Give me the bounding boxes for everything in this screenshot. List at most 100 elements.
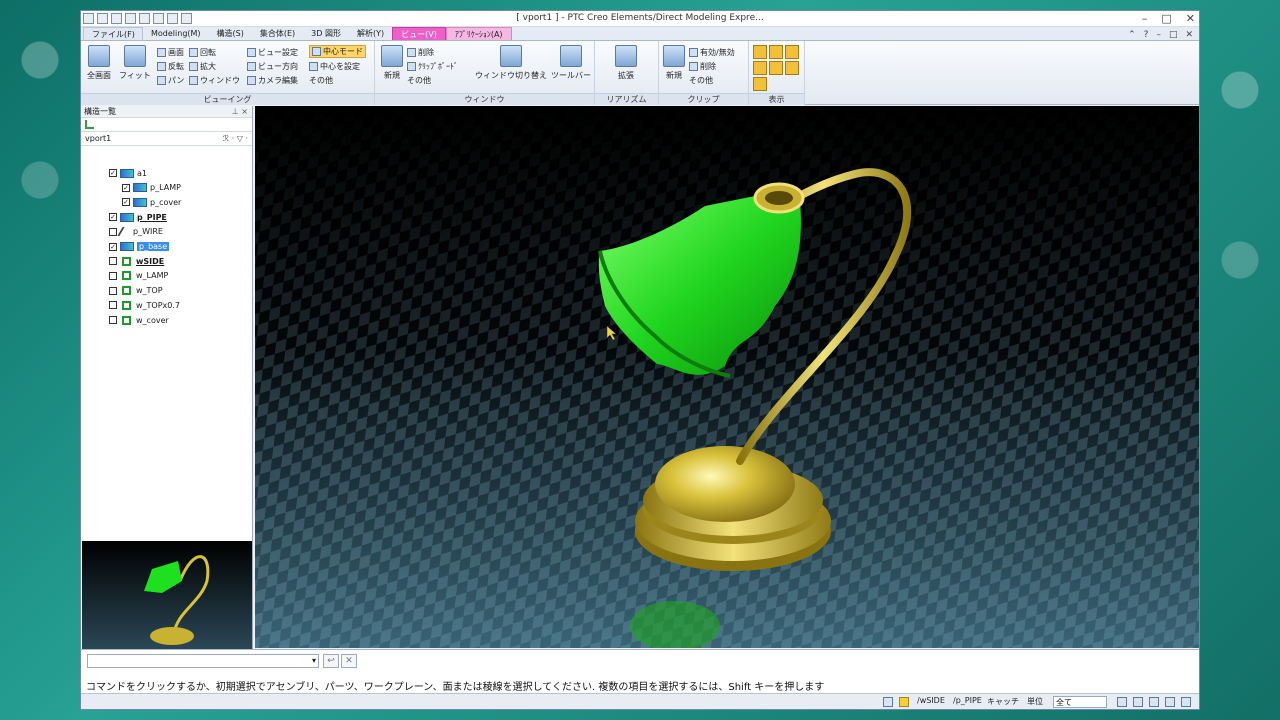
tab-application[interactable]: ｱﾌﾟﾘｹｰｼｮﾝ(A) xyxy=(445,27,512,40)
tab-3d-shape[interactable]: 3D 図形 xyxy=(303,27,349,40)
hidden-line-icon[interactable] xyxy=(785,45,799,59)
group-label-clip: クリップ xyxy=(659,93,748,105)
wireframe-icon[interactable] xyxy=(753,61,767,75)
fullscreen-button[interactable]: 全画面 xyxy=(87,45,111,81)
visibility-checkbox[interactable] xyxy=(109,227,117,236)
current-workplane[interactable]: /wSIDE xyxy=(917,696,945,705)
help-icon[interactable]: ? xyxy=(1144,30,1149,40)
tree-item[interactable]: w_TOP xyxy=(109,284,163,298)
feature-icon[interactable] xyxy=(753,77,767,91)
view-icon-3[interactable] xyxy=(1149,697,1159,707)
shaded-edges-icon[interactable] xyxy=(769,45,783,59)
clip-enable-button[interactable]: 有効/無効 xyxy=(689,47,735,58)
visibility-checkbox[interactable]: ✓ xyxy=(109,169,117,177)
part-icon xyxy=(120,242,134,251)
window-switch-button[interactable]: ウィンドウ切り替え xyxy=(475,45,547,81)
workplane-icon xyxy=(122,256,131,266)
view-icon-5[interactable] xyxy=(1181,697,1191,707)
cancel-command-button[interactable]: ✕ xyxy=(341,654,357,668)
tab-file[interactable]: ファイル(F) xyxy=(83,27,143,40)
tab-analysis[interactable]: 解析(Y) xyxy=(349,27,392,40)
zoom-button[interactable]: 拡大 xyxy=(189,61,216,72)
tab-structure[interactable]: 構造(S) xyxy=(209,27,252,40)
camera-edit-button[interactable]: カメラ編集 xyxy=(247,75,298,86)
filter-icon[interactable]: ℛ · ▽ · xyxy=(223,132,248,146)
tree-item[interactable]: ✓ p_PIPE xyxy=(109,210,167,224)
window-zoom-button[interactable]: ウィンドウ xyxy=(189,75,240,86)
clip-new-button[interactable]: 新規 xyxy=(663,45,685,81)
prev-view-button[interactable]: 画面 xyxy=(157,47,184,58)
visibility-checkbox[interactable] xyxy=(109,316,117,324)
visibility-checkbox[interactable] xyxy=(109,301,117,310)
shaded-icon[interactable] xyxy=(753,45,767,59)
tree-item[interactable]: ✓ p_base xyxy=(109,240,170,254)
tab-modeling[interactable]: Modeling(M) xyxy=(143,27,209,40)
view-icon-4[interactable] xyxy=(1165,697,1175,707)
collapse-ribbon-icon[interactable]: ⌃ xyxy=(1128,30,1136,40)
visibility-checkbox[interactable] xyxy=(109,257,117,266)
chevron-down-icon[interactable]: ▾ xyxy=(312,656,316,665)
pan-button[interactable]: パン xyxy=(157,75,184,86)
catch-button[interactable]: キャッチ xyxy=(987,696,1019,707)
tree-item[interactable]: w_TOPx0.7 xyxy=(109,298,180,312)
center-mode-button[interactable]: 中心モード xyxy=(309,45,366,58)
viewing-other-button[interactable]: その他 xyxy=(309,75,333,86)
view-icon-1[interactable] xyxy=(1117,697,1127,707)
maximize-icon[interactable]: □ xyxy=(1161,12,1171,25)
selection-filter-icon[interactable] xyxy=(883,697,893,707)
clipboard-button[interactable]: ｸﾘｯﾌﾟﾎﾞｰﾄﾞ xyxy=(407,61,458,72)
tree-item[interactable]: ✓ p_LAMP xyxy=(122,181,181,195)
clip-other-button[interactable]: その他 xyxy=(689,75,713,86)
tree-item[interactable]: p_WIRE xyxy=(109,225,163,239)
minimize-icon[interactable]: – xyxy=(1142,12,1148,25)
graphics-viewport[interactable] xyxy=(255,106,1199,648)
visibility-checkbox[interactable] xyxy=(109,271,117,280)
tree-item[interactable]: wSIDE xyxy=(109,254,164,268)
tab-assembly[interactable]: 集合体(E) xyxy=(252,27,303,40)
filter-select[interactable]: 全て xyxy=(1053,696,1107,708)
panel-pin-icon[interactable]: ⊥ × xyxy=(232,106,248,118)
reverse-button[interactable]: 反転 xyxy=(157,61,184,72)
visibility-checkbox[interactable]: ✓ xyxy=(122,183,130,192)
visibility-checkbox[interactable]: ✓ xyxy=(109,213,117,222)
vport-row[interactable]: vport1 ℛ · ▽ · xyxy=(81,132,252,146)
tree-item[interactable]: w_cover xyxy=(109,313,169,327)
enter-command-button[interactable]: ↩ xyxy=(323,654,339,668)
extend-button[interactable]: 拡張 xyxy=(615,45,637,81)
tree-item[interactable]: ✓ p_cover xyxy=(122,195,181,209)
group-window: 新規 削除 ｸﾘｯﾌﾟﾎﾞｰﾄﾞ その他 ウィンドウ切り替え ツールバー ウィン… xyxy=(375,41,595,105)
rotate-button[interactable]: 回転 xyxy=(189,47,216,58)
view-direction-label: ビュー方向 xyxy=(258,62,298,71)
visibility-checkbox[interactable]: ✓ xyxy=(122,198,130,207)
tab-view[interactable]: ビュー(V) xyxy=(392,27,446,40)
zoom-icon xyxy=(189,62,198,71)
view-settings-button[interactable]: ビュー設定 xyxy=(247,47,298,58)
tree-item[interactable]: ✓ a1 xyxy=(109,166,147,180)
window-other-button[interactable]: その他 xyxy=(407,75,431,86)
tree-item-label: w_TOPx0.7 xyxy=(136,300,181,310)
command-input[interactable]: ▾ xyxy=(87,654,319,668)
warning-icon[interactable] xyxy=(899,697,909,707)
structure-panel-title: 構造一覧 xyxy=(84,107,116,116)
delete-window-button[interactable]: 削除 xyxy=(407,47,434,58)
visibility-checkbox[interactable] xyxy=(109,286,117,295)
close-icon[interactable]: ✕ xyxy=(1186,12,1195,25)
view-icon-2[interactable] xyxy=(1133,697,1143,707)
tree-view-icon[interactable] xyxy=(85,120,94,129)
fit-button[interactable]: フィット xyxy=(119,45,151,81)
workplane-icon xyxy=(122,286,131,296)
edges-icon[interactable] xyxy=(769,61,783,75)
toolbar-button[interactable]: ツールバー xyxy=(551,45,591,81)
doc-close-icon[interactable]: ✕ xyxy=(1185,30,1193,40)
tree-item[interactable]: w_LAMP xyxy=(109,269,168,283)
transparent-icon[interactable] xyxy=(785,61,799,75)
doc-restore-icon[interactable]: □ xyxy=(1169,30,1178,40)
set-center-button[interactable]: 中心を設定 xyxy=(309,61,360,72)
doc-minimize-icon[interactable]: – xyxy=(1156,30,1161,40)
clip-delete-button[interactable]: 削除 xyxy=(689,61,716,72)
current-part[interactable]: /p_PIPE xyxy=(953,696,982,705)
new-window-button[interactable]: 新規 xyxy=(381,45,403,81)
view-direction-button[interactable]: ビュー方向 xyxy=(247,61,298,72)
visibility-checkbox[interactable]: ✓ xyxy=(109,242,117,251)
units-button[interactable]: 単位 xyxy=(1027,696,1043,707)
